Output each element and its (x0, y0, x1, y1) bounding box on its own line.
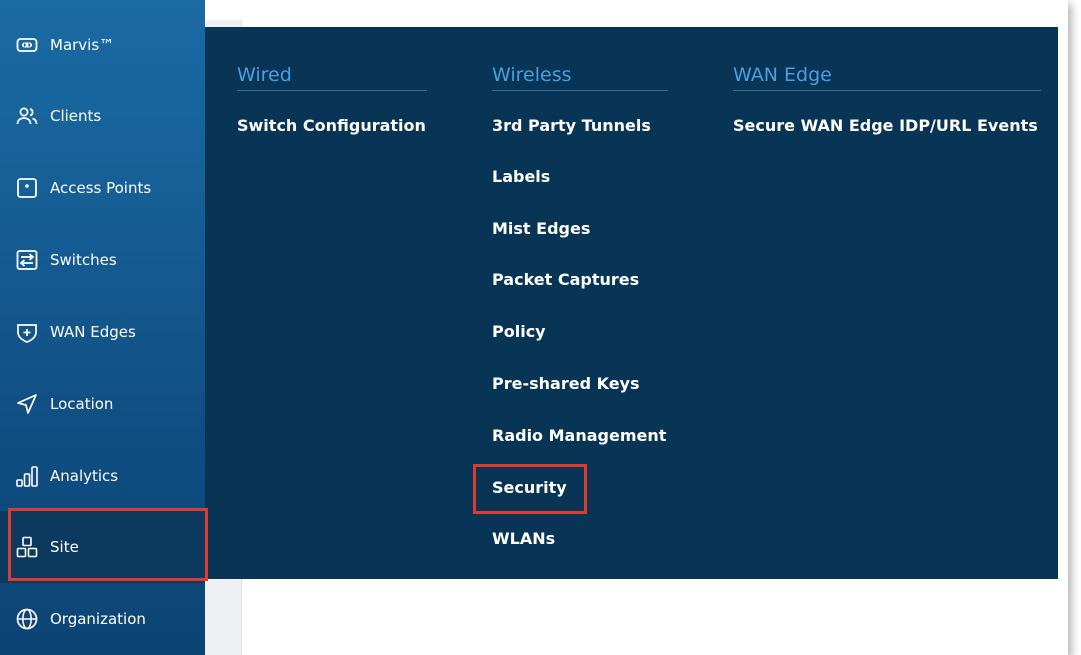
menu-item-3rd-party-tunnels[interactable]: 3rd Party Tunnels (492, 116, 651, 135)
menu-item-policy[interactable]: Policy (492, 322, 546, 341)
wan-edge-icon (12, 319, 42, 345)
sidebar-item-marvis[interactable]: Marvis™ (0, 10, 205, 80)
sidebar-item-label: Location (50, 395, 114, 413)
sidebar-item-label: Clients (50, 107, 102, 125)
sidebar-item-site[interactable]: Site (0, 511, 205, 583)
analytics-bars-icon (12, 463, 42, 489)
menu-item-switch-configuration[interactable]: Switch Configuration (237, 116, 426, 135)
top-bar (205, 0, 1068, 21)
sidebar: Marvis™ Clients Access Points Switches W (0, 0, 205, 655)
sidebar-item-wan-edges[interactable]: WAN Edges (0, 296, 205, 368)
access-point-icon (12, 175, 42, 201)
menu-item-wlans[interactable]: WLANs (492, 529, 555, 548)
menu-item-packet-captures[interactable]: Packet Captures (492, 270, 639, 289)
menu-item-secure-wan-edge-idp-url-events[interactable]: Secure WAN Edge IDP/URL Events (733, 116, 1038, 135)
clients-icon (12, 103, 42, 129)
sidebar-item-label: Organization (50, 610, 146, 628)
sidebar-item-label: Switches (50, 251, 117, 269)
app-frame: Marvis™ Clients Access Points Switches W (0, 0, 1068, 655)
menu-item-security[interactable]: Security (492, 478, 567, 497)
sidebar-item-location[interactable]: Location (0, 368, 205, 440)
site-submenu: Wired Switch Configuration Wireless 3rd … (205, 27, 1058, 579)
sidebar-item-label: Marvis™ (50, 36, 115, 54)
menu-item-mist-edges[interactable]: Mist Edges (492, 219, 590, 238)
sidebar-item-label: Analytics (50, 467, 119, 485)
sidebar-item-clients[interactable]: Clients (0, 80, 205, 152)
menu-item-radio-management[interactable]: Radio Management (492, 426, 666, 445)
marvis-icon (12, 32, 42, 58)
sidebar-item-label: WAN Edges (50, 323, 136, 341)
sidebar-item-label: Site (50, 538, 79, 556)
sidebar-item-label: Access Points (50, 179, 152, 197)
sidebar-item-switches[interactable]: Switches (0, 224, 205, 296)
column-heading-wireless: Wireless (492, 64, 668, 91)
column-heading-wan-edge: WAN Edge (733, 64, 1041, 91)
menu-item-labels[interactable]: Labels (492, 167, 550, 186)
globe-icon (12, 606, 42, 632)
sidebar-item-organization[interactable]: Organization (0, 583, 205, 655)
column-heading-wired: Wired (237, 64, 427, 91)
menu-item-pre-shared-keys[interactable]: Pre-shared Keys (492, 374, 640, 393)
site-grid-icon (12, 534, 42, 560)
switch-icon (12, 247, 42, 273)
location-arrow-icon (12, 391, 42, 417)
sidebar-item-access-points[interactable]: Access Points (0, 152, 205, 224)
sidebar-item-analytics[interactable]: Analytics (0, 440, 205, 512)
